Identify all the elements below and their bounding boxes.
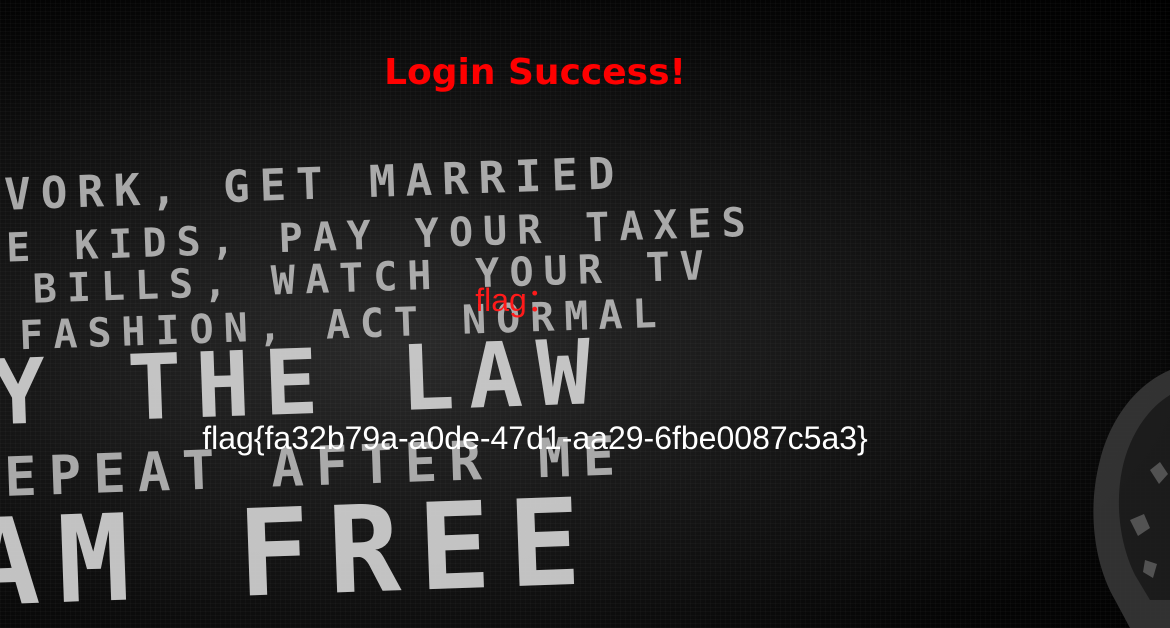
page-background: VORK, GET MARRIED E KIDS, PAY YOUR TAXES… bbox=[0, 0, 1170, 628]
flag-label: flag： bbox=[475, 282, 559, 318]
flag-value: flag{fa32b79a-a0de-47d1-aa29-6fbe0087c5a… bbox=[202, 420, 868, 456]
login-success-heading: Login Success! bbox=[384, 52, 686, 93]
svg-text:AM FREE: AM FREE bbox=[0, 473, 601, 628]
